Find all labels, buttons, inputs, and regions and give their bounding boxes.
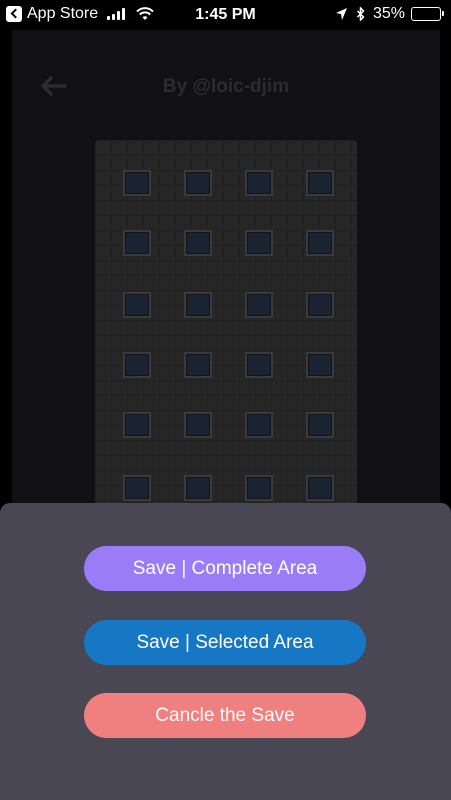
building-window [123, 170, 151, 196]
status-right: 35% [335, 5, 444, 23]
building-window [306, 352, 334, 378]
building-window [184, 475, 212, 501]
building-window [184, 292, 212, 318]
building-window [306, 475, 334, 501]
building-window [123, 292, 151, 318]
building-window [184, 170, 212, 196]
building-window [245, 292, 273, 318]
building-window [123, 352, 151, 378]
building-window [184, 412, 212, 438]
location-icon [335, 8, 347, 20]
building-window [306, 412, 334, 438]
building-window [245, 352, 273, 378]
status-bar: App Store 1:45 PM 35% [0, 0, 451, 30]
cancel-save-button[interactable]: Cancle the Save [84, 693, 366, 738]
building-window [306, 230, 334, 256]
building-window [123, 475, 151, 501]
page-title: By @loic-djim [162, 76, 290, 97]
building-window [123, 412, 151, 438]
building-window [306, 170, 334, 196]
bluetooth-icon [356, 7, 365, 21]
building-window [245, 170, 273, 196]
save-action-sheet: Save | Complete Area Save | Selected Are… [0, 503, 451, 800]
building-photo[interactable] [95, 140, 357, 515]
save-complete-area-button[interactable]: Save | Complete Area [84, 546, 366, 591]
app-header: By @loic-djim [12, 70, 440, 110]
battery-icon [411, 7, 444, 21]
battery-percent: 35% [372, 5, 405, 22]
building-window [306, 292, 334, 318]
building-window [184, 352, 212, 378]
save-selected-area-button[interactable]: Save | Selected Area [84, 620, 366, 665]
building-window [245, 475, 273, 501]
building-window [245, 230, 273, 256]
building-window [123, 230, 151, 256]
building-window [245, 412, 273, 438]
building-window [184, 230, 212, 256]
